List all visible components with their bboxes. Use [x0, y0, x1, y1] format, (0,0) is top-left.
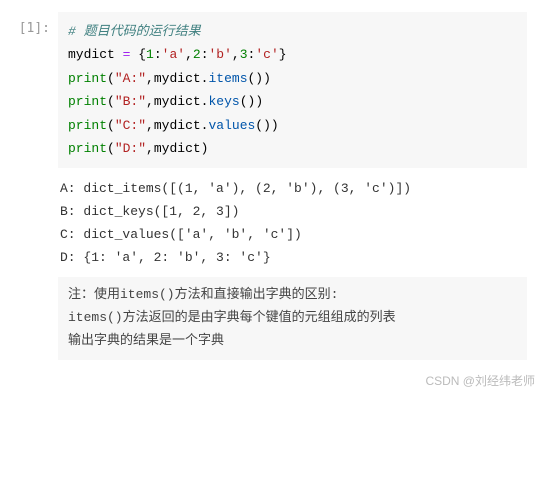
- tok: mydict: [154, 94, 201, 109]
- code-comment: # 题目代码的运行结果: [68, 24, 201, 39]
- tok: values: [208, 118, 255, 133]
- note-line: 注：使用items()方法和直接输出字典的区别:: [68, 284, 517, 307]
- tok: print: [68, 71, 107, 86]
- tok: ): [201, 141, 209, 156]
- tok: (: [107, 118, 115, 133]
- tok: keys: [208, 94, 239, 109]
- tok: print: [68, 94, 107, 109]
- tok: "A:": [115, 71, 146, 86]
- cell-prompt: [1]:: [0, 12, 58, 366]
- tok: ): [271, 118, 279, 133]
- tok: =: [115, 47, 138, 62]
- tok: items: [208, 71, 247, 86]
- tok: (): [255, 118, 271, 133]
- tok: (): [240, 94, 256, 109]
- tok: ): [255, 94, 263, 109]
- tok: mydict: [154, 141, 201, 156]
- note-line: items()方法返回的是由字典每个键值的元组组成的列表: [68, 307, 517, 330]
- tok: "B:": [115, 94, 146, 109]
- tok: 3: [240, 47, 248, 62]
- tok: "D:": [115, 141, 146, 156]
- tok: ,: [146, 94, 154, 109]
- tok: ,: [185, 47, 193, 62]
- tok: :: [154, 47, 162, 62]
- tok: 'c': [255, 47, 278, 62]
- tok: 2: [193, 47, 201, 62]
- tok: ,: [146, 118, 154, 133]
- tok: (: [107, 141, 115, 156]
- tok: ,: [232, 47, 240, 62]
- tok: mydict: [68, 47, 115, 62]
- tok: }: [279, 47, 287, 62]
- code-output: A: dict_items([(1, 'a'), (2, 'b'), (3, '…: [58, 168, 527, 277]
- output-line: D: {1: 'a', 2: 'b', 3: 'c'}: [60, 250, 271, 265]
- tok: (: [107, 94, 115, 109]
- tok: 'a': [162, 47, 185, 62]
- output-line: A: dict_items([(1, 'a'), (2, 'b'), (3, '…: [60, 181, 411, 196]
- tok: "C:": [115, 118, 146, 133]
- notebook-cell: [1]: # 题目代码的运行结果 mydict = {1:'a',2:'b',3…: [0, 0, 549, 366]
- tok: print: [68, 141, 107, 156]
- tok: ,: [146, 141, 154, 156]
- code-input: # 题目代码的运行结果 mydict = {1:'a',2:'b',3:'c'}…: [58, 12, 527, 168]
- tok: 'b': [209, 47, 232, 62]
- tok: :: [201, 47, 209, 62]
- note-line: 输出字典的结果是一个字典: [68, 330, 517, 353]
- tok: ,: [146, 71, 154, 86]
- tok: 1: [146, 47, 154, 62]
- tok: ): [263, 71, 271, 86]
- tok: (: [107, 71, 115, 86]
- output-line: C: dict_values(['a', 'b', 'c']): [60, 227, 302, 242]
- watermark: CSDN @刘经纬老师: [0, 366, 549, 397]
- tok: mydict: [154, 71, 201, 86]
- cell-content: # 题目代码的运行结果 mydict = {1:'a',2:'b',3:'c'}…: [58, 12, 541, 366]
- tok: {: [138, 47, 146, 62]
- note-box: 注：使用items()方法和直接输出字典的区别: items()方法返回的是由字…: [58, 277, 527, 359]
- output-line: B: dict_keys([1, 2, 3]): [60, 204, 239, 219]
- tok: mydict: [154, 118, 201, 133]
- tok: print: [68, 118, 107, 133]
- tok: (): [248, 71, 264, 86]
